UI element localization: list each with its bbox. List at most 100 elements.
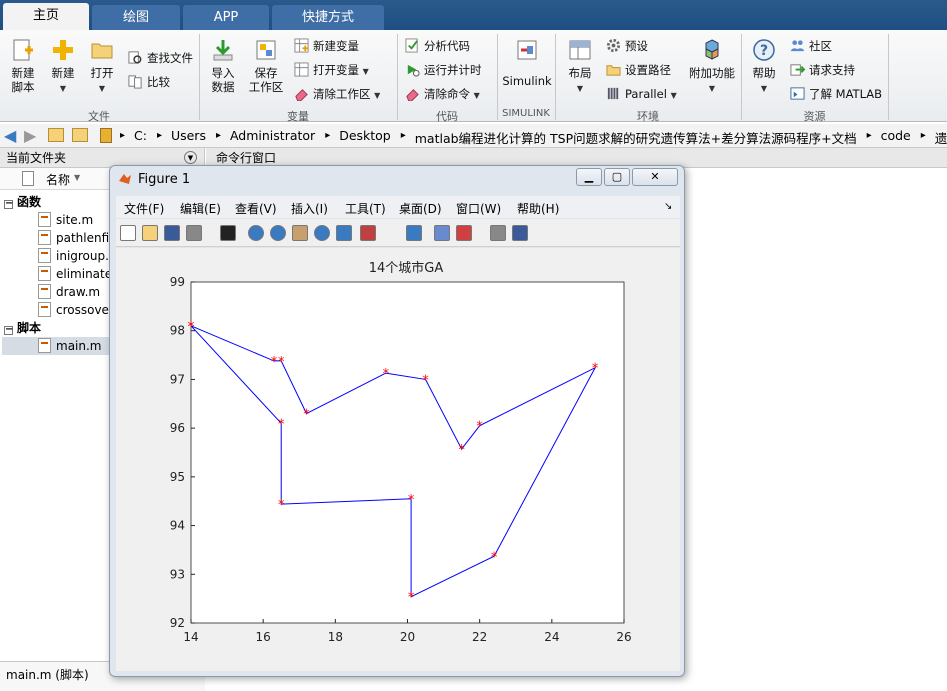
list-item[interactable]: crossove (38, 301, 109, 319)
breadcrumb-separator-icon[interactable]: ▸ (867, 130, 872, 141)
layout-button[interactable]: 布局 ▼ (563, 38, 597, 96)
list-item[interactable]: site.m (38, 211, 93, 229)
add-ons-button[interactable]: 附加功能 ▼ (688, 38, 736, 96)
community-button[interactable]: 社区 (790, 36, 832, 56)
data-cursor-icon[interactable] (336, 225, 352, 241)
open-icon[interactable] (142, 225, 158, 241)
figure-menu-item[interactable]: 编辑(E) (180, 200, 221, 217)
breadcrumb-separator-icon[interactable]: ▸ (120, 130, 125, 141)
list-item[interactable]: pathlenfit (38, 229, 114, 247)
save-workspace-button[interactable]: 保存 工作区 (246, 38, 286, 94)
x-tick-label: 24 (544, 630, 559, 644)
breadcrumb-item[interactable]: matlab编程进化计算的 TSP问题求解的研究遗传算法+差分算法源码程序+文档 (415, 128, 857, 147)
link-icon[interactable] (406, 225, 422, 241)
folder-icon (606, 65, 621, 76)
new-script-button[interactable]: 新建 脚本 (6, 38, 40, 94)
breadcrumb-item[interactable]: Users (171, 128, 206, 143)
figure-menu-item[interactable]: 工具(T) (345, 200, 386, 217)
breadcrumb-separator-icon[interactable]: ▸ (157, 130, 162, 141)
breadcrumb-separator-icon[interactable]: ▸ (921, 130, 926, 141)
breadcrumb-item[interactable]: code (881, 128, 911, 143)
dock-arrow-icon[interactable]: ↘ (664, 201, 672, 212)
run-and-time-label: 运行并计时 (424, 63, 482, 77)
name-column-label: 名称 (46, 173, 71, 187)
maximize-button[interactable]: ▢ (604, 168, 630, 186)
request-support-button[interactable]: 请求支持 (790, 60, 855, 80)
breadcrumb-separator-icon[interactable]: ▸ (325, 130, 330, 141)
list-item[interactable]: main.m (38, 337, 102, 355)
tab-home[interactable]: 主页 (3, 3, 89, 30)
list-item[interactable]: draw.m (38, 283, 100, 301)
minimize-button[interactable]: ▁ (576, 168, 602, 186)
figure-menu-item[interactable]: 文件(F) (124, 200, 164, 217)
panel-menu-icon[interactable]: ▼ (184, 151, 197, 164)
save-icon[interactable] (164, 225, 180, 241)
figure-menu-item[interactable]: 桌面(D) (399, 200, 442, 217)
parallel-button[interactable]: Parallel ▼ (606, 84, 677, 104)
analyze-code-button[interactable]: 分析代码 (405, 36, 470, 56)
open-button[interactable]: 打开 ▼ (86, 38, 118, 96)
figure-menu-item[interactable]: 窗口(W) (456, 200, 501, 217)
preferences-button[interactable]: 预设 (606, 36, 648, 56)
breadcrumb-item[interactable]: Administrator (230, 128, 315, 143)
list-item[interactable]: inigroup. (38, 247, 109, 265)
simulink-button[interactable]: Simulink (502, 38, 552, 88)
hide-tools-icon[interactable] (490, 225, 506, 241)
zoom-out-icon[interactable] (270, 225, 286, 241)
browse-folder-icon[interactable] (72, 128, 88, 142)
list-item[interactable]: eliminate (38, 265, 112, 283)
collapse-icon: − (4, 198, 14, 209)
clear-commands-button[interactable]: 清除命令 ▼ (405, 84, 480, 104)
pointer-icon[interactable] (220, 225, 236, 241)
breadcrumb-item[interactable]: C: (134, 128, 147, 143)
import-data-button[interactable]: 导入 数据 (206, 38, 240, 94)
open-variable-button[interactable]: 打开变量 ▼ (294, 60, 369, 80)
matlab-logo-icon (119, 174, 131, 184)
category-scripts[interactable]: − 脚本 (4, 319, 41, 337)
back-arrow-icon[interactable]: ◀ (4, 126, 16, 145)
up-folder-icon[interactable] (48, 128, 64, 142)
figure-menu-item[interactable]: 帮助(H) (517, 200, 559, 217)
analyze-icon (405, 38, 418, 53)
tab-shortcuts[interactable]: 快捷方式 (272, 5, 384, 30)
dock-icon[interactable] (512, 225, 528, 241)
brush-icon[interactable] (360, 225, 376, 241)
figure-menu-item[interactable]: 插入(I) (291, 200, 328, 217)
rotate-icon[interactable] (314, 225, 330, 241)
tab-plots[interactable]: 绘图 (92, 5, 180, 30)
pan-icon[interactable] (292, 225, 308, 241)
run-and-time-button[interactable]: 运行并计时 (405, 60, 482, 80)
zoom-in-icon[interactable] (248, 225, 264, 241)
function-file-name: site.m (56, 213, 94, 227)
chevron-down-icon: ▼ (576, 84, 584, 93)
colorbar-icon[interactable] (434, 225, 450, 241)
category-functions[interactable]: − 函数 (4, 193, 41, 211)
city-marker: * (271, 355, 278, 370)
chevron-down-icon: ▼ (98, 84, 106, 93)
breadcrumb-separator-icon[interactable]: ▸ (216, 130, 221, 141)
tab-apps[interactable]: APP (183, 5, 269, 30)
breadcrumb-item[interactable]: 遗传算法 (935, 128, 947, 147)
close-button[interactable]: ✕ (632, 168, 678, 186)
learn-matlab-button[interactable]: 了解 MATLAB (790, 84, 882, 104)
print-icon[interactable] (186, 225, 202, 241)
legend-icon[interactable] (456, 225, 472, 241)
forward-arrow-icon[interactable]: ▶ (24, 126, 36, 145)
breadcrumb-item[interactable]: Desktop (339, 128, 391, 143)
variable-group-label: 变量 (287, 110, 309, 123)
figure-menu-item[interactable]: 查看(V) (235, 200, 277, 217)
new-variable-button[interactable]: 新建变量 (294, 36, 359, 56)
tab-bar: 主页 绘图 APP 快捷方式 (0, 0, 947, 30)
set-path-button[interactable]: 设置路径 (606, 60, 671, 80)
new-figure-icon[interactable] (120, 225, 136, 241)
breadcrumb-separator-icon[interactable]: ▸ (401, 130, 406, 141)
find-files-button[interactable]: 查找文件 (128, 48, 193, 68)
clear-workspace-button[interactable]: 清除工作区 ▼ (294, 84, 380, 104)
new-button[interactable]: 新建 ▼ (46, 38, 80, 96)
figure-window[interactable]: Figure 1 ▁ ▢ ✕ 文件(F) 编辑(E) 查看(V) 插入(I) 工具(T)… (109, 165, 685, 677)
compare-button[interactable]: 比较 (128, 72, 170, 92)
plot-area (190, 281, 625, 624)
help-button[interactable]: ? 帮助 ▼ (748, 38, 780, 96)
city-marker: * (458, 443, 465, 458)
new-variable-label: 新建变量 (313, 39, 359, 53)
